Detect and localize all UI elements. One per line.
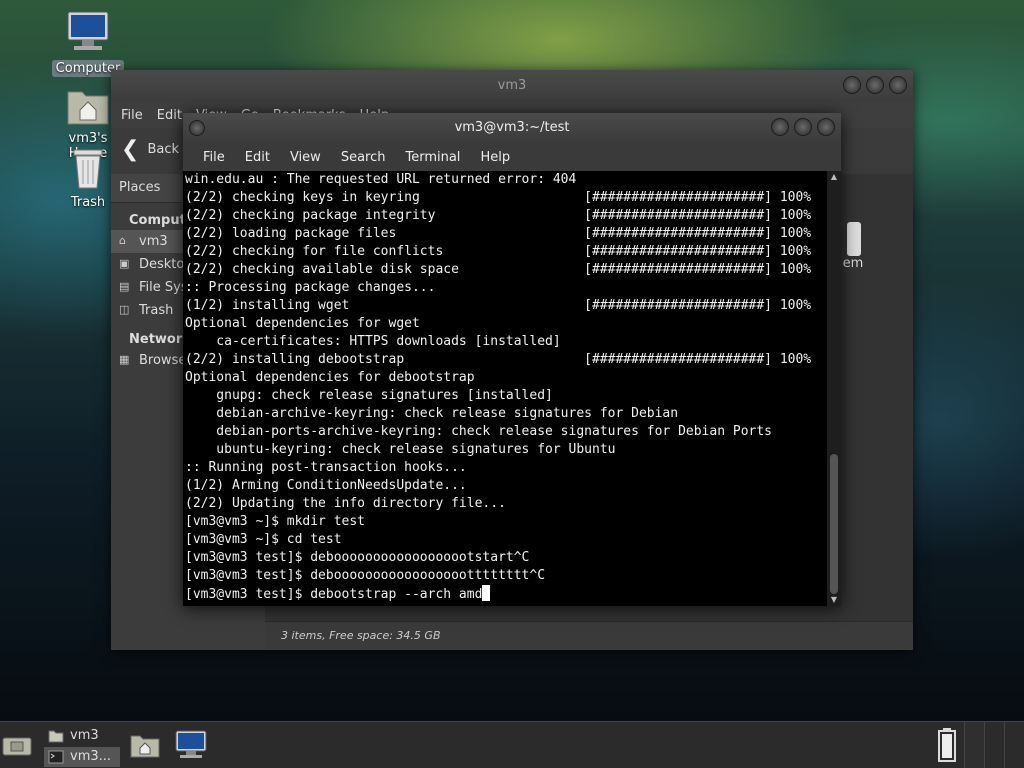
computer-icon bbox=[67, 11, 109, 50]
menu-edit[interactable]: Edit bbox=[235, 150, 280, 165]
trash-icon bbox=[73, 149, 103, 189]
terminal-line: (1/2) installing wget [#################… bbox=[185, 298, 812, 313]
battery-icon bbox=[938, 728, 956, 762]
terminal-line: :: Running post-transaction hooks... bbox=[185, 460, 467, 475]
home-icon: ⌂ bbox=[119, 234, 126, 247]
window-titlebar[interactable]: vm3 bbox=[111, 70, 913, 102]
scrollbar-thumb[interactable] bbox=[830, 454, 838, 594]
desktop-icon-label: Trash bbox=[70, 195, 106, 210]
home-folder-icon bbox=[130, 735, 160, 758]
menu-search[interactable]: Search bbox=[331, 150, 396, 165]
sidebar-item-label: vm3 bbox=[139, 234, 168, 249]
terminal-icon bbox=[48, 750, 64, 764]
menu-bar: File Edit View Search Terminal Help bbox=[183, 143, 841, 171]
window-title: vm3 bbox=[497, 78, 527, 93]
terminal-output[interactable]: win.edu.au : The requested URL returned … bbox=[183, 171, 829, 606]
taskbar-item-label: vm3 bbox=[70, 728, 99, 743]
computer-icon bbox=[175, 730, 207, 758]
terminal-line: (1/2) Arming ConditionNeedsUpdate... bbox=[185, 478, 467, 493]
trash-icon: ◫ bbox=[119, 303, 130, 316]
show-desktop-button[interactable] bbox=[2, 734, 32, 756]
workspace-switcher[interactable] bbox=[964, 722, 1024, 768]
launcher-file-manager[interactable] bbox=[130, 732, 160, 758]
back-arrow-icon: ❮ bbox=[121, 136, 140, 162]
launcher-computer[interactable] bbox=[174, 730, 208, 760]
back-button[interactable]: ❮ Back bbox=[121, 137, 179, 162]
back-label: Back bbox=[147, 141, 179, 157]
menu-terminal[interactable]: Terminal bbox=[395, 150, 470, 165]
text-cursor bbox=[482, 585, 491, 601]
desktop-icon: ▣ bbox=[119, 257, 130, 270]
close-button[interactable] bbox=[889, 76, 907, 94]
window-menu-button[interactable] bbox=[189, 120, 205, 136]
terminal-line: [vm3@vm3 test]$ deboooooooooooooooootsta… bbox=[185, 550, 530, 565]
terminal-prompt-line[interactable]: [vm3@vm3 test]$ debootstrap --arch amd bbox=[185, 585, 829, 603]
desktop-icon-computer[interactable]: Computer bbox=[50, 10, 126, 77]
taskbar-item-label: vm3... bbox=[70, 749, 112, 764]
terminal-line: (2/2) installing debootstrap [##########… bbox=[185, 352, 812, 367]
status-bar: 3 items, Free space: 34.5 GB bbox=[265, 621, 913, 650]
terminal-input[interactable]: [vm3@vm3 test]$ debootstrap --arch amd bbox=[185, 587, 482, 602]
maximize-button[interactable] bbox=[866, 76, 884, 94]
menu-view[interactable]: View bbox=[280, 150, 331, 165]
window-title: vm3@vm3:~/test bbox=[454, 120, 570, 135]
taskbar-item-file-manager[interactable]: vm3 bbox=[44, 726, 120, 746]
terminal-line: (2/2) loading package files [###########… bbox=[185, 226, 812, 241]
terminal-line: Optional dependencies for debootstrap bbox=[185, 370, 475, 385]
terminal-line: ubuntu-keyring: check release signatures… bbox=[185, 442, 616, 457]
workspace-2[interactable] bbox=[984, 722, 1004, 768]
file-item-label: em bbox=[842, 256, 864, 271]
terminal-line: (2/2) checking keys in keyring [########… bbox=[185, 190, 812, 205]
terminal-line: (2/2) checking for file conflicts [#####… bbox=[185, 244, 812, 259]
terminal-line: [vm3@vm3 test]$ deboooooooooooooooootttt… bbox=[185, 568, 546, 583]
menu-file[interactable]: File bbox=[121, 108, 143, 123]
terminal-line: [vm3@vm3 ~]$ cd test bbox=[185, 532, 342, 547]
terminal-line: [vm3@vm3 ~]$ mkdir test bbox=[185, 514, 366, 529]
terminal-line: :: Processing package changes... bbox=[185, 280, 436, 295]
taskbar-item-terminal[interactable]: vm3... bbox=[44, 747, 120, 767]
workspace-3[interactable] bbox=[1004, 722, 1024, 768]
terminal-scrollbar[interactable]: ▲ ▼ bbox=[827, 171, 841, 606]
sidebar-item-label: Trash bbox=[139, 303, 174, 318]
terminal-line: win.edu.au : The requested URL returned … bbox=[185, 172, 577, 187]
terminal-line: (2/2) Updating the info directory file..… bbox=[185, 496, 506, 511]
scroll-up-arrow-icon[interactable]: ▲ bbox=[827, 171, 841, 183]
folder-icon bbox=[48, 730, 64, 743]
network-icon: ▦ bbox=[119, 353, 130, 366]
terminal-line: gnupg: check release signatures [install… bbox=[185, 388, 553, 403]
maximize-button[interactable] bbox=[794, 118, 812, 136]
drive-icon bbox=[847, 222, 861, 256]
terminal-line: debian-archive-keyring: check release si… bbox=[185, 406, 679, 421]
taskbar: vm3 vm3... bbox=[0, 721, 1024, 768]
battery-indicator[interactable] bbox=[938, 728, 956, 762]
home-folder-icon bbox=[67, 91, 109, 125]
menu-help[interactable]: Help bbox=[470, 150, 520, 165]
close-button[interactable] bbox=[817, 118, 835, 136]
window-titlebar[interactable]: vm3@vm3:~/test bbox=[183, 113, 841, 143]
show-desktop-icon bbox=[2, 737, 32, 756]
terminal-line: Optional dependencies for wget bbox=[185, 316, 420, 331]
terminal-line: (2/2) checking available disk space [###… bbox=[185, 262, 812, 277]
menu-file[interactable]: File bbox=[193, 150, 235, 165]
workspace-1[interactable] bbox=[964, 722, 984, 768]
terminal-line: debian-ports-archive-keyring: check rele… bbox=[185, 424, 772, 439]
terminal-window: vm3@vm3:~/test File Edit View Search Ter… bbox=[183, 113, 841, 606]
terminal-line: ca-certificates: HTTPS downloads [instal… bbox=[185, 334, 561, 349]
minimize-button[interactable] bbox=[771, 118, 789, 136]
scroll-down-arrow-icon[interactable]: ▼ bbox=[827, 594, 841, 606]
drive-icon: ▤ bbox=[119, 280, 130, 293]
minimize-button[interactable] bbox=[843, 76, 861, 94]
terminal-line: (2/2) checking package integrity [######… bbox=[185, 208, 812, 223]
menu-edit[interactable]: Edit bbox=[157, 108, 182, 123]
